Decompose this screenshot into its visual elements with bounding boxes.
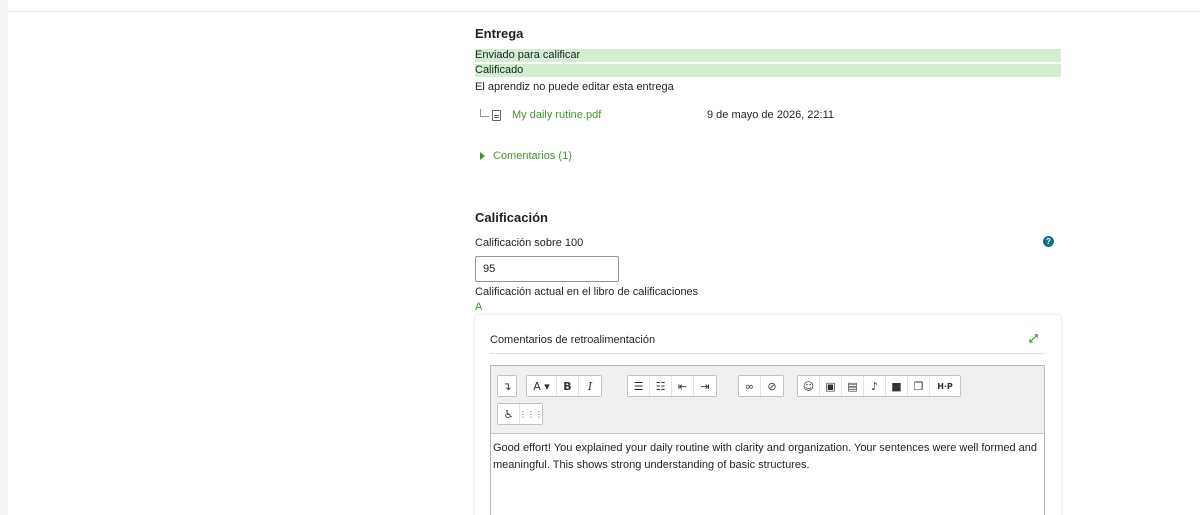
numbered-list-button[interactable]: ☷ xyxy=(650,376,672,396)
media-button[interactable]: ▤ xyxy=(842,376,864,396)
status-graded: Calificado xyxy=(475,64,1061,77)
comments-toggle-label: Comentarios (1) xyxy=(493,150,572,162)
gradebook-label: Calificación actual en el libro de calif… xyxy=(475,286,699,298)
panel-divider xyxy=(490,353,1045,354)
fullscreen-icon[interactable]: ⤢ xyxy=(1029,334,1040,345)
font-style-button[interactable]: A ▾ xyxy=(527,376,557,396)
submitted-file-row: My daily rutine.pdf xyxy=(480,107,601,123)
grading-heading: Calificación xyxy=(475,210,548,225)
feedback-text[interactable]: Good effort! You explained your daily ro… xyxy=(491,434,1044,480)
submitted-file-link[interactable]: My daily rutine.pdf xyxy=(512,109,601,121)
image-button[interactable]: ▣ xyxy=(820,376,842,396)
bold-button[interactable]: B xyxy=(557,376,579,396)
toolbar-group-format: A ▾ B I xyxy=(526,375,602,397)
feedback-title: Comentarios de retroalimentación xyxy=(490,334,656,346)
file-date: 9 de mayo de 2026, 22:11 xyxy=(707,109,835,121)
feedback-panel: Comentarios de retroalimentación ⤢ ↴ A ▾… xyxy=(475,315,1061,515)
status-submitted: Enviado para calificar xyxy=(475,49,1061,62)
pdf-file-icon xyxy=(492,109,501,121)
record-audio-button[interactable]: ♪ xyxy=(864,376,886,396)
emoji-button[interactable]: ☺ xyxy=(798,376,820,396)
screenreader-helper-button[interactable]: ⋮⋮⋮ xyxy=(519,404,543,424)
italic-button[interactable]: I xyxy=(579,376,601,396)
h5p-button[interactable]: H·P xyxy=(930,376,960,396)
comments-toggle[interactable]: Comentarios (1) xyxy=(480,150,572,162)
indent-button[interactable]: ⇥ xyxy=(694,376,716,396)
grade-label: Calificación sobre 100 xyxy=(475,237,584,249)
submission-heading: Entrega xyxy=(475,26,524,41)
record-video-button[interactable]: ■ xyxy=(886,376,908,396)
left-gutter xyxy=(0,0,8,515)
toolbar-group-lists: ☰ ☷ ⇤ ⇥ xyxy=(627,375,717,397)
manage-files-button[interactable]: ❐ xyxy=(908,376,930,396)
bullet-list-button[interactable]: ☰ xyxy=(628,376,650,396)
help-icon[interactable]: ? xyxy=(1043,236,1054,247)
toolbar-group-collapse: ↴ xyxy=(497,375,517,397)
grade-input[interactable] xyxy=(475,256,619,282)
collapse-toolbar-button[interactable]: ↴ xyxy=(498,376,516,396)
editor-toolbar: ↴ A ▾ B I ☰ ☷ ⇤ ⇥ ∞ ⊘ ☺ ▣ ▤ ♪ ■ ❐ H·P ♿ … xyxy=(491,366,1044,434)
lock-notice: El aprendiz no puede editar esta entrega xyxy=(475,81,674,93)
tree-branch-icon xyxy=(480,109,489,117)
caret-right-icon xyxy=(480,152,485,160)
gradebook-value: A xyxy=(475,301,483,313)
link-button[interactable]: ∞ xyxy=(739,376,761,396)
outdent-button[interactable]: ⇤ xyxy=(672,376,694,396)
unlink-button[interactable]: ⊘ xyxy=(761,376,783,396)
toolbar-group-media: ☺ ▣ ▤ ♪ ■ ❐ H·P xyxy=(797,375,961,397)
feedback-editor[interactable]: ↴ A ▾ B I ☰ ☷ ⇤ ⇥ ∞ ⊘ ☺ ▣ ▤ ♪ ■ ❐ H·P ♿ … xyxy=(490,365,1045,515)
toolbar-group-links: ∞ ⊘ xyxy=(738,375,784,397)
top-divider xyxy=(8,11,1200,12)
accessibility-checker-button[interactable]: ♿ xyxy=(498,404,520,424)
toolbar-group-accessibility: ♿ ⋮⋮⋮ xyxy=(497,403,543,425)
